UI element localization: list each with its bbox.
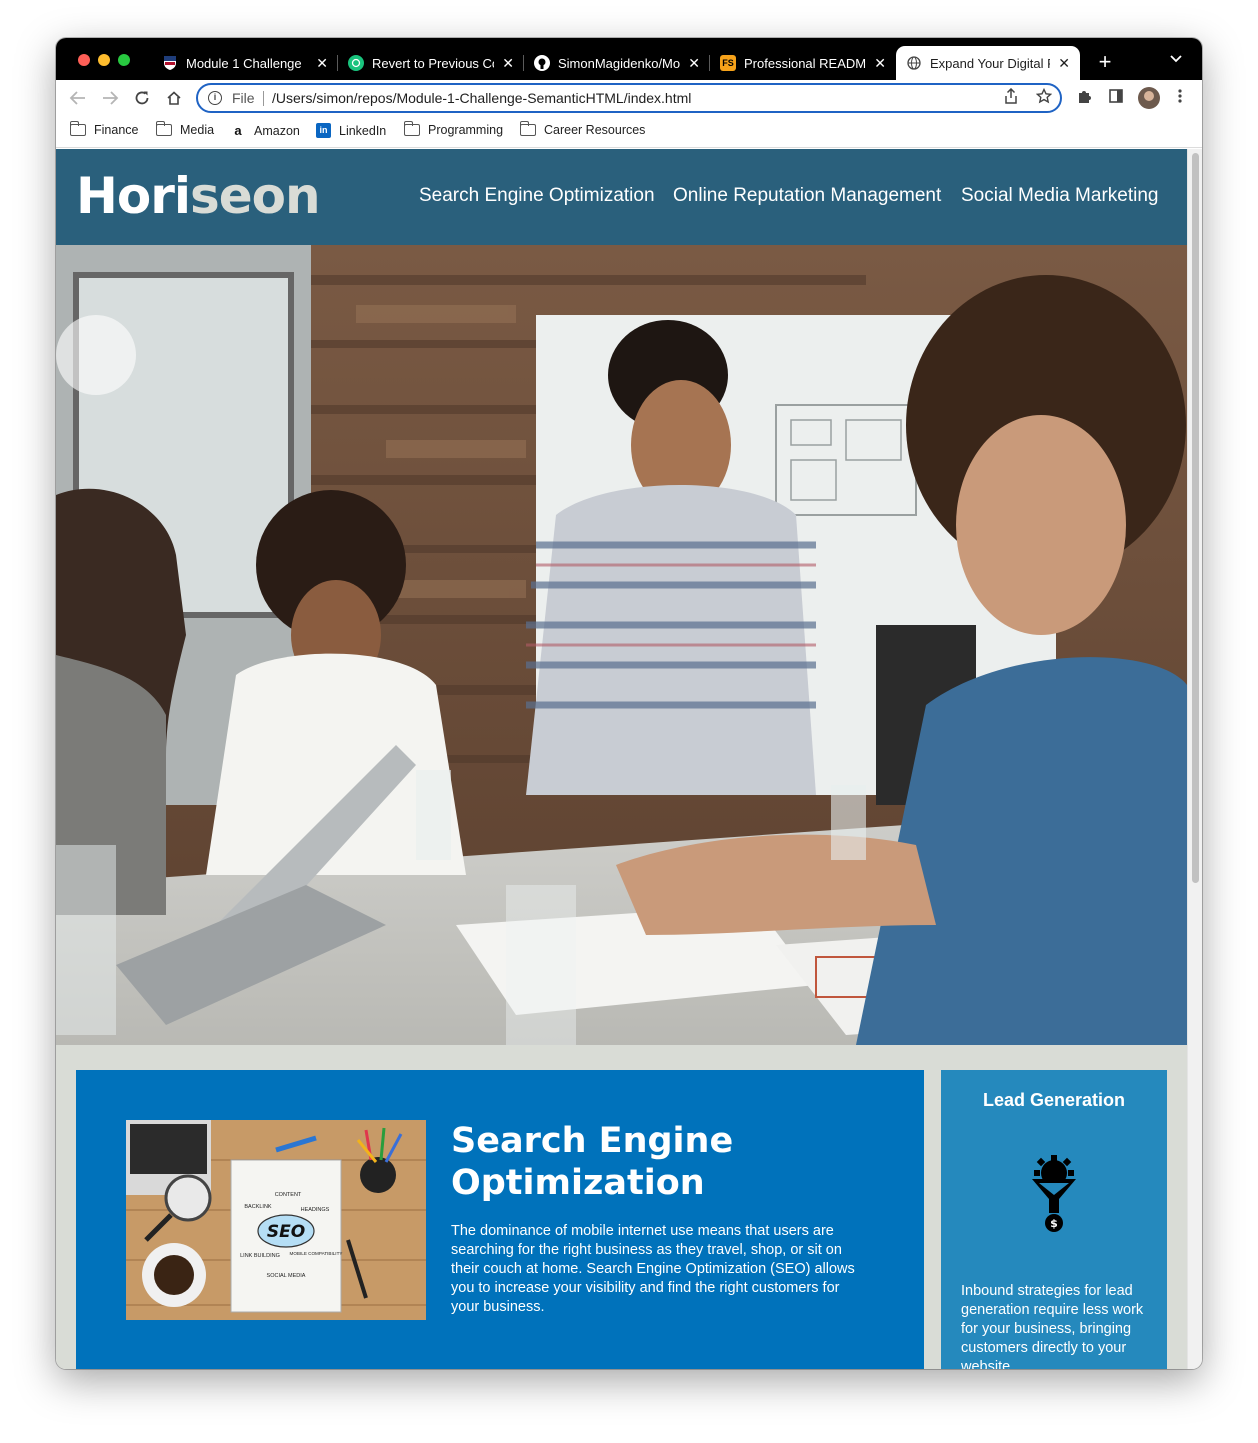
share-icon[interactable] [1004,87,1018,108]
seo-body: The dominance of mobile internet use mea… [451,1223,855,1315]
tab-title: Professional README [744,55,867,71]
tab-module-1-challenge[interactable]: Module 1 Challenge ✕ [152,46,338,80]
seo-image-label: LINK BUILDING [240,1253,280,1259]
address-bar[interactable]: i File /Users/simon/repos/Module-1-Chall… [196,83,1062,113]
tab-github-repo[interactable]: SimonMagidenko/Mo ✕ [524,46,710,80]
logo-part-1: Hori [76,167,191,225]
close-tab-icon[interactable]: ✕ [688,55,700,72]
bookmark-media[interactable]: Media [155,121,215,137]
fs-icon: FS [720,55,736,71]
amazon-icon: a [234,123,242,138]
site-header: Horiseon Search Engine Optimization Onli… [56,149,1187,245]
new-tab-button[interactable]: + [1092,48,1118,76]
tab-title: Module 1 Challenge [186,55,302,71]
bookmark-star-icon[interactable] [1035,87,1053,108]
tab-professional-readme[interactable]: FS Professional README ✕ [710,46,896,80]
back-arrow-icon[interactable] [66,86,90,110]
seo-image-label: CONTENT [275,1192,302,1198]
lead-funnel-icon: $ [1029,1155,1079,1235]
bookmark-label: LinkedIn [339,123,387,138]
seo-heading: Search Engine Optimization [451,1121,734,1203]
bookmark-programming[interactable]: Programming [403,121,504,137]
home-icon[interactable] [162,86,186,110]
penn-shield-icon [162,55,178,71]
nav-link-seo[interactable]: Search Engine Optimization [419,185,655,207]
folder-icon [519,121,536,136]
browser-window: Module 1 Challenge ✕ Revert to Previous … [56,38,1202,1369]
github-icon [534,55,550,71]
nav-link-social-media[interactable]: Social Media Marketing [961,185,1158,207]
bookmark-label: Finance [94,123,139,137]
minimize-window-button[interactable] [98,54,110,66]
profile-avatar[interactable] [1138,87,1160,109]
seo-image-label: SOCIAL MEDIA [267,1273,306,1279]
folder-icon [403,121,420,136]
bookmark-label: Programming [428,123,504,137]
site-info-icon[interactable]: i [208,91,222,105]
scrollbar-thumb[interactable] [1192,153,1199,883]
close-tab-icon[interactable]: ✕ [316,55,328,72]
side-panel-icon[interactable] [1106,88,1126,108]
tab-strip: Module 1 Challenge ✕ Revert to Previous … [56,38,1202,80]
omnibox-divider [263,91,264,106]
logo-part-2: seon [190,167,321,225]
zoom-window-button[interactable] [118,54,130,66]
seo-image-label: MOBILE COMPATIBILITY [290,1251,343,1256]
lead-generation-card: Lead Generation $ Inbound strategies for… [941,1070,1167,1369]
chatgpt-icon [348,55,364,71]
lead-generation-heading: Lead Generation [982,1090,1126,1110]
close-tab-icon[interactable]: ✕ [502,55,514,72]
bookmark-amazon[interactable]: a Amazon [230,123,300,138]
url-text[interactable]: /Users/simon/repos/Module-1-Challenge-Se… [272,90,691,106]
bookmark-label: Career Resources [544,123,646,137]
bookmark-label: Media [180,123,215,137]
tab-search-chevron-icon[interactable] [1170,50,1182,66]
extensions-puzzle-icon[interactable] [1074,88,1094,108]
close-window-button[interactable] [78,54,90,66]
globe-icon [906,55,922,71]
seo-image: SEO CONTENT BACKLINK HEADINGS LINK BUILD… [126,1120,426,1320]
tab-title: Revert to Previous Co [372,55,495,71]
bookmark-career-resources[interactable]: Career Resources [519,121,646,137]
hero-image [56,245,1187,1045]
tab-revert-to-previous[interactable]: Revert to Previous Co ✕ [338,46,524,80]
tab-title: Expand Your Digital P [930,55,1051,71]
bookmark-linkedin[interactable]: in LinkedIn [316,123,386,138]
bookmark-label: Amazon [254,123,300,138]
page-scrollbar[interactable] [1187,149,1202,1369]
seo-image-label: BACKLINK [244,1204,272,1210]
bookmarks-bar: Finance Media a Amazon in LinkedIn Progr… [56,116,1202,148]
tab-title: SimonMagidenko/Mo [558,55,681,71]
bookmark-finance[interactable]: Finance [69,121,139,137]
svg-text:$: $ [1050,1217,1058,1230]
more-menu-icon[interactable] [1170,88,1190,108]
page-viewport: Horiseon Search Engine Optimization Onli… [56,149,1202,1369]
tab-expand-your-digital[interactable]: Expand Your Digital P ✕ [896,46,1080,80]
close-tab-icon[interactable]: ✕ [874,55,886,72]
site-logo[interactable]: Horiseon [76,167,321,225]
folder-icon [155,121,172,136]
linkedin-icon: in [316,123,331,138]
folder-icon [69,121,86,136]
url-scheme-label: File [232,90,255,106]
lead-generation-body: Inbound strategies for lead generation r… [961,1283,1144,1369]
reload-icon[interactable] [130,86,154,110]
browser-toolbar: i File /Users/simon/repos/Module-1-Chall… [56,80,1202,116]
close-tab-icon[interactable]: ✕ [1058,55,1070,72]
seo-section: SEO CONTENT BACKLINK HEADINGS LINK BUILD… [76,1070,924,1369]
nav-link-reputation[interactable]: Online Reputation Management [673,185,941,207]
forward-arrow-icon[interactable] [98,86,122,110]
seo-image-label: HEADINGS [301,1207,330,1213]
seo-image-label: SEO [267,1222,305,1242]
